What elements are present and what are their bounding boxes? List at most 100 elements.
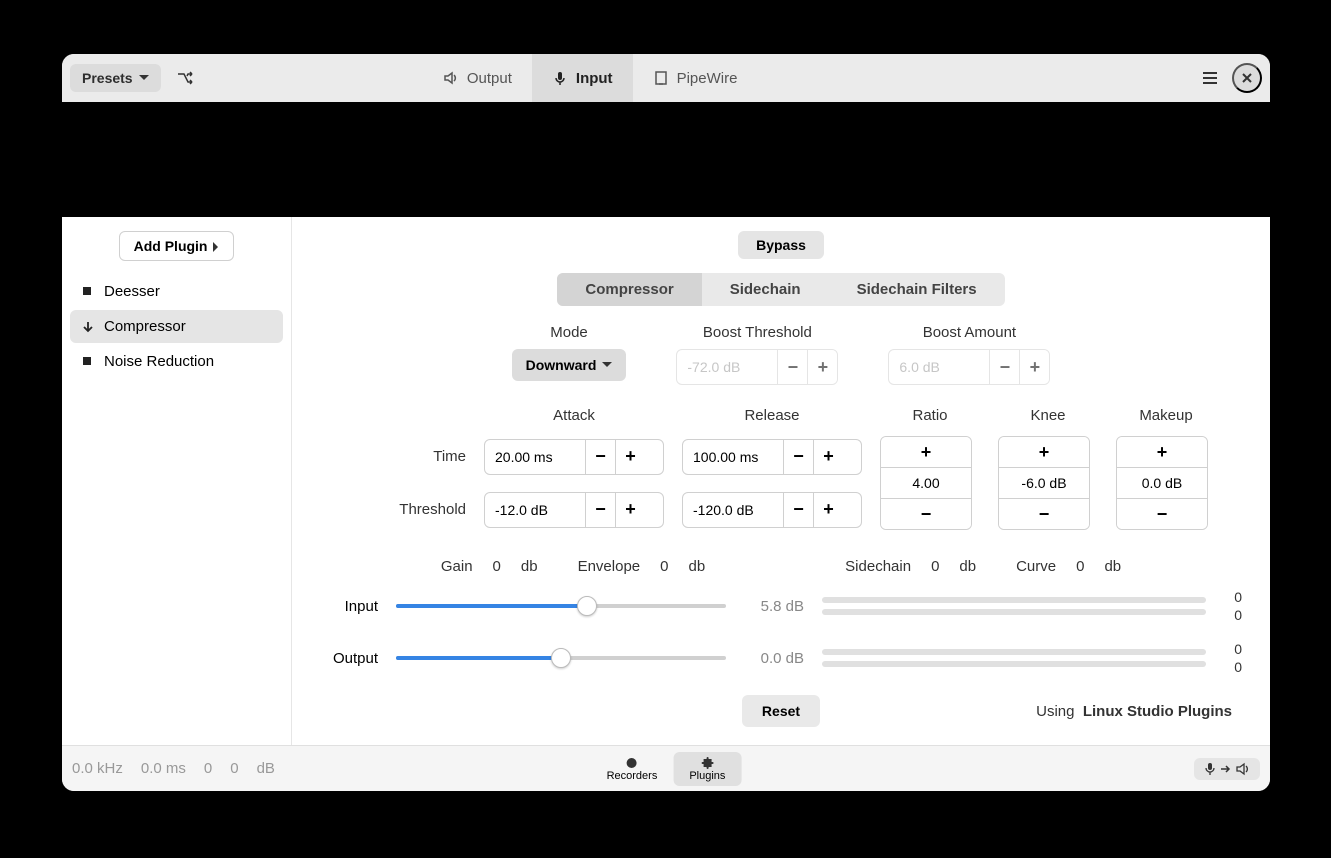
decrement-button[interactable]: − xyxy=(783,493,813,527)
mic-icon xyxy=(552,70,568,86)
increment-button: + xyxy=(1019,350,1049,384)
boost-amount-label: Boost Amount xyxy=(923,324,1016,341)
presets-button[interactable]: Presets xyxy=(70,64,161,92)
output-slider-label: Output xyxy=(320,650,378,667)
mode-dropdown[interactable]: Downward xyxy=(512,349,627,381)
stat-v1: 0 xyxy=(204,760,212,777)
using-label: Using Linux Studio Plugins xyxy=(1036,703,1232,720)
decrement-button[interactable]: − xyxy=(585,440,615,474)
close-button[interactable] xyxy=(1232,63,1262,93)
add-plugin-button[interactable]: Add Plugin xyxy=(119,231,235,261)
bypass-button[interactable]: Bypass xyxy=(738,231,824,259)
increment-button[interactable]: + xyxy=(881,437,971,467)
knee-value: -6.0 dB xyxy=(999,467,1089,499)
menu-button[interactable] xyxy=(1194,63,1226,93)
footer-tab-recorders[interactable]: Recorders xyxy=(591,752,674,786)
mic-icon xyxy=(1204,762,1216,776)
subtab-sidechain-filters[interactable]: Sidechain Filters xyxy=(829,273,1005,306)
time-row-label: Time xyxy=(346,448,466,465)
ratio-value: 4.00 xyxy=(881,467,971,499)
speaker-icon xyxy=(1236,762,1250,776)
knee-spinbox[interactable]: + -6.0 dB − xyxy=(998,436,1090,530)
increment-button[interactable]: + xyxy=(813,493,843,527)
output-slider[interactable] xyxy=(396,656,726,660)
release-threshold-input[interactable] xyxy=(683,493,783,527)
input-slider[interactable] xyxy=(396,604,726,608)
threshold-row-label: Threshold xyxy=(346,501,466,518)
ratio-header: Ratio xyxy=(880,407,980,424)
release-time-spinbox[interactable]: − + xyxy=(682,439,862,475)
input-level-bars xyxy=(822,597,1206,615)
footer-tab-plugins[interactable]: Plugins xyxy=(673,752,741,786)
close-icon xyxy=(1241,72,1253,84)
subtab-sidechain[interactable]: Sidechain xyxy=(702,273,829,306)
decrement-button[interactable]: − xyxy=(999,499,1089,529)
stat-ms: 0.0 ms xyxy=(141,760,186,777)
stat-khz: 0.0 kHz xyxy=(72,760,123,777)
chevron-right-icon xyxy=(213,242,219,252)
shuffle-button[interactable] xyxy=(169,64,201,92)
sidechain-meter-label: Sidechain xyxy=(845,558,911,575)
knee-header: Knee xyxy=(998,407,1098,424)
boost-amount-input xyxy=(889,350,989,384)
decrement-button[interactable]: − xyxy=(585,493,615,527)
plugin-item-deesser[interactable]: Deesser xyxy=(70,275,283,308)
chevron-down-icon xyxy=(602,362,612,368)
chevron-down-icon xyxy=(139,75,149,81)
arrow-right-icon xyxy=(1220,765,1232,773)
release-threshold-spinbox[interactable]: − + xyxy=(682,492,862,528)
subtab-compressor[interactable]: Compressor xyxy=(557,273,701,306)
plugin-sidebar: Add Plugin Deesser Compressor Noise Redu… xyxy=(62,217,292,745)
sidechain-meter-value: 0 xyxy=(931,558,939,575)
mode-label: Mode xyxy=(550,324,588,341)
plugin-content: Bypass Compressor Sidechain Sidechain Fi… xyxy=(292,217,1270,745)
output-slider-value: 0.0 dB xyxy=(744,650,804,667)
puzzle-icon xyxy=(700,756,714,770)
gain-meter-label: Gain xyxy=(441,558,473,575)
pipewire-icon xyxy=(653,70,669,86)
window-gap xyxy=(62,102,1270,217)
gain-meter-value: 0 xyxy=(493,558,501,575)
decrement-button: − xyxy=(989,350,1019,384)
reset-button[interactable]: Reset xyxy=(742,695,820,727)
decrement-button: − xyxy=(777,350,807,384)
tab-input[interactable]: Input xyxy=(532,54,633,102)
arrow-down-icon xyxy=(82,321,94,333)
increment-button[interactable]: + xyxy=(615,440,645,474)
curve-meter-label: Curve xyxy=(1016,558,1056,575)
release-header: Release xyxy=(682,407,862,424)
footer: 0.0 kHz 0.0 ms 0 0 dB Recorders Plugins xyxy=(62,745,1270,791)
increment-button[interactable]: + xyxy=(999,437,1089,467)
release-time-input[interactable] xyxy=(683,440,783,474)
envelope-meter-value: 0 xyxy=(660,558,668,575)
titlebar: Presets Output Input PipeWire xyxy=(62,54,1270,102)
record-icon xyxy=(625,756,639,770)
makeup-value: 0.0 dB xyxy=(1117,467,1207,499)
decrement-button[interactable]: − xyxy=(1117,499,1207,529)
footer-io-button[interactable] xyxy=(1194,758,1260,780)
makeup-header: Makeup xyxy=(1116,407,1216,424)
hamburger-icon xyxy=(1202,71,1218,85)
decrement-button[interactable]: − xyxy=(783,440,813,474)
ratio-spinbox[interactable]: + 4.00 − xyxy=(880,436,972,530)
attack-threshold-spinbox[interactable]: − + xyxy=(484,492,664,528)
square-icon xyxy=(82,356,94,368)
increment-button: + xyxy=(807,350,837,384)
makeup-spinbox[interactable]: + 0.0 dB − xyxy=(1116,436,1208,530)
attack-time-input[interactable] xyxy=(485,440,585,474)
attack-threshold-input[interactable] xyxy=(485,493,585,527)
attack-time-spinbox[interactable]: − + xyxy=(484,439,664,475)
boost-amount-spinbox: − + xyxy=(888,349,1050,385)
increment-button[interactable]: + xyxy=(615,493,645,527)
tab-output[interactable]: Output xyxy=(423,54,532,102)
boost-threshold-label: Boost Threshold xyxy=(703,324,812,341)
plugin-item-compressor[interactable]: Compressor xyxy=(70,310,283,343)
stat-db: dB xyxy=(257,760,275,777)
plugin-item-noise-reduction[interactable]: Noise Reduction xyxy=(70,345,283,378)
output-level-bars xyxy=(822,649,1206,667)
increment-button[interactable]: + xyxy=(1117,437,1207,467)
increment-button[interactable]: + xyxy=(813,440,843,474)
curve-meter-value: 0 xyxy=(1076,558,1084,575)
tab-pipewire[interactable]: PipeWire xyxy=(633,54,758,102)
decrement-button[interactable]: − xyxy=(881,499,971,529)
